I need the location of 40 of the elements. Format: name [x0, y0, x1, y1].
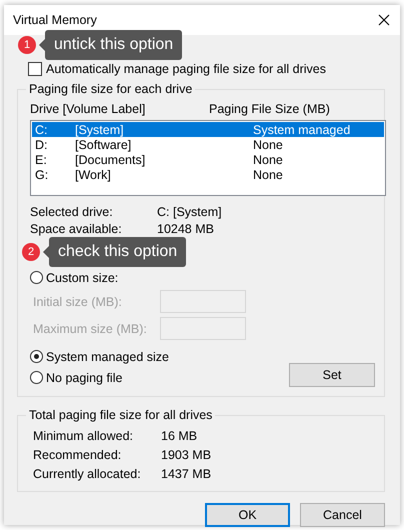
column-header: Paging File Size (MB) [209, 102, 331, 116]
drive-row[interactable]: G: [Work] None [32, 167, 384, 182]
field-label: Maximum size (MB): [32, 322, 148, 336]
info-value: 10248 MB [157, 222, 214, 236]
checkbox-label: Automatically manage paging file size for all drives [46, 62, 326, 76]
radio-label: Custom size: [46, 270, 118, 284]
radio-option[interactable]: Custom size: [30, 267, 384, 288]
total-label: Minimum allowed: [33, 428, 134, 442]
drive-row[interactable]: E: [Documents] None [32, 152, 384, 167]
total-value: 1903 MB [161, 448, 212, 462]
step-number-badge: 2 [22, 243, 40, 261]
group-title: Paging file size for each drive [26, 82, 196, 96]
total-value: 1437 MB [161, 466, 212, 480]
total-value: 16 MB [161, 428, 198, 442]
callout-tooltip: untick this option [39, 30, 182, 60]
radio-button[interactable] [30, 271, 43, 284]
group-title: Total paging file size for all drives [26, 408, 216, 422]
radio-option[interactable]: System managed size [30, 346, 169, 367]
callout-tooltip: check this option [43, 237, 186, 267]
field-label: Initial size (MB): [32, 294, 123, 308]
checkbox[interactable] [28, 62, 42, 76]
step-number-badge: 1 [18, 36, 36, 54]
set-button[interactable]: Set [289, 363, 375, 387]
column-header: Drive [Volume Label] [30, 102, 146, 116]
close-icon[interactable] [378, 14, 390, 26]
total-label: Currently allocated: [33, 466, 142, 480]
info-value: C: [System] [157, 204, 222, 218]
dialog-button[interactable]: OK [205, 503, 290, 527]
radio-button[interactable] [30, 371, 43, 384]
drive-row[interactable]: C: [System] System managed [32, 122, 384, 137]
radio-label: System managed size [46, 350, 169, 364]
radio-label: No paging file [46, 370, 122, 384]
window-title: Virtual Memory [13, 13, 97, 27]
drive-row[interactable]: D: [Software] None [32, 137, 384, 152]
total-label: Recommended: [33, 448, 122, 462]
dialog-button[interactable]: Cancel [300, 503, 385, 527]
radio-option[interactable]: No paging file [30, 367, 169, 388]
radio-button[interactable] [30, 350, 43, 363]
info-label: Space available: [30, 222, 123, 236]
info-label: Selected drive: [30, 204, 114, 218]
